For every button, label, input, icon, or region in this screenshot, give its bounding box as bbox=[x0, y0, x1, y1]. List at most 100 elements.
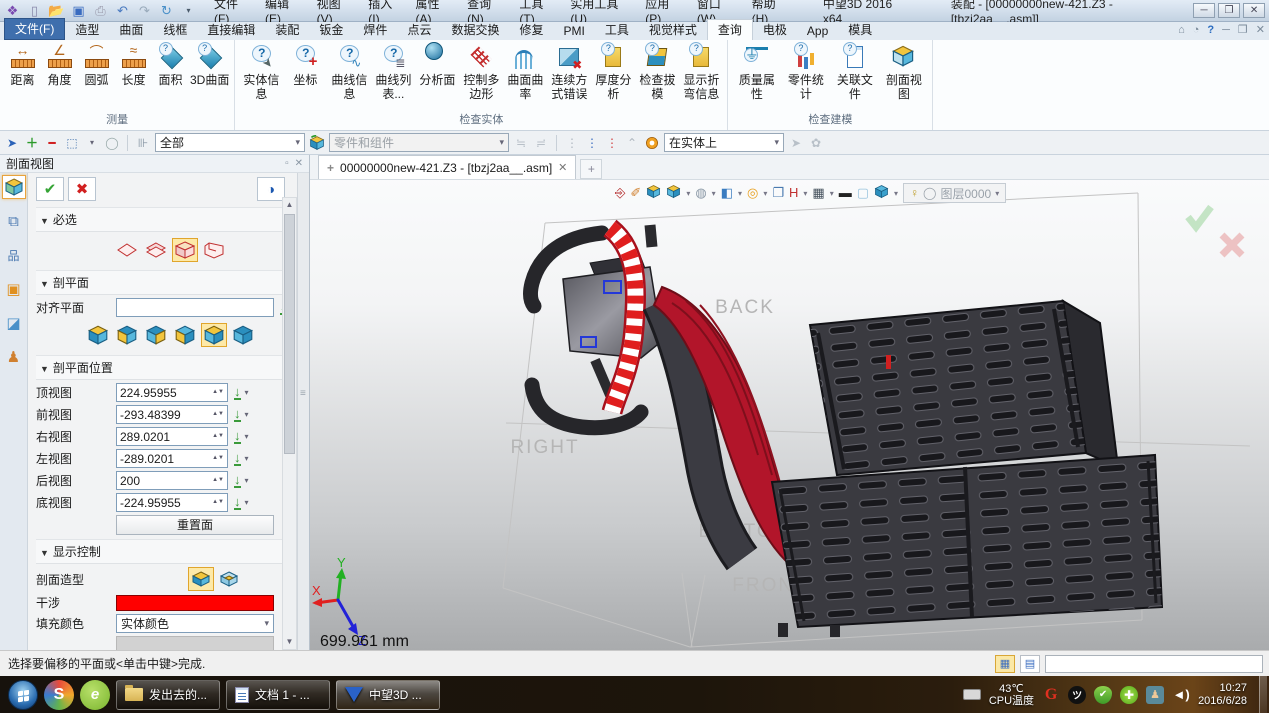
refresh-icon[interactable]: ↻ bbox=[158, 3, 175, 19]
redo-icon[interactable]: ↷ bbox=[136, 3, 153, 19]
tab-close-icon[interactable]: ✕ bbox=[558, 161, 567, 174]
tab-point-cloud[interactable]: 点云 bbox=[397, 20, 441, 40]
caret-icon[interactable]: ▾ bbox=[245, 410, 249, 419]
help-icon[interactable]: ? bbox=[1207, 24, 1214, 36]
caret-icon[interactable]: ▾ bbox=[738, 189, 742, 198]
close-button[interactable]: ✕ bbox=[1243, 3, 1265, 18]
dashboard-panel[interactable] bbox=[563, 255, 662, 358]
3d-scene[interactable]: BACK RIGHT LEFT BOTTOM FRONT bbox=[310, 155, 1269, 650]
minimize-button[interactable]: ─ bbox=[1193, 3, 1215, 18]
tab-heal[interactable]: 修复 bbox=[509, 20, 553, 40]
required-section-header[interactable]: ▼必选 bbox=[36, 207, 305, 232]
section-view-button[interactable]: 剖面视图 bbox=[879, 42, 928, 103]
background-icon[interactable]: ▬ bbox=[839, 185, 852, 201]
entity-info-button[interactable]: 实体信息 bbox=[239, 42, 283, 103]
tab-app[interactable]: App bbox=[797, 23, 838, 40]
browser-360-icon[interactable]: e bbox=[80, 680, 110, 710]
part-statistics-button[interactable]: 零件统计 bbox=[781, 42, 830, 103]
top-view-input[interactable]: 224.95955▲▼ bbox=[116, 383, 228, 402]
restore-button[interactable]: ❐ bbox=[1218, 3, 1240, 18]
lower-basket[interactable] bbox=[772, 455, 1162, 637]
scroll-up-icon[interactable]: ▲ bbox=[283, 198, 296, 212]
bottom-view-input[interactable]: -224.95955▲▼ bbox=[116, 493, 228, 512]
plane-cube-front-icon[interactable] bbox=[114, 323, 140, 347]
word-taskbar-button[interactable]: 文档 1 - ... bbox=[226, 680, 330, 710]
info-toggle-button[interactable]: ◑ bbox=[257, 177, 285, 201]
tab-shape[interactable]: 造型 bbox=[65, 20, 109, 40]
plane-cube-top-icon[interactable] bbox=[85, 323, 111, 347]
spinner-icon[interactable]: ▲▼ bbox=[212, 434, 224, 439]
curve-list-button[interactable]: 曲线列表... bbox=[371, 42, 415, 103]
render-mode-icon[interactable]: ▦ bbox=[812, 185, 824, 201]
user-tab-icon[interactable]: ♟ bbox=[2, 345, 26, 369]
zw3d-taskbar-button[interactable]: 中望3D ... bbox=[336, 680, 440, 710]
pick-icon[interactable]: ↓ bbox=[234, 496, 241, 510]
caret-icon[interactable]: ▾ bbox=[245, 498, 249, 507]
analyze-face-button[interactable]: 分析面 bbox=[415, 42, 459, 89]
upper-basket[interactable] bbox=[810, 301, 1118, 475]
interference-color-swatch[interactable] bbox=[116, 595, 274, 611]
viewport-cancel-x-icon[interactable] bbox=[1222, 235, 1242, 255]
pick-target-icon[interactable] bbox=[644, 135, 660, 151]
view-plane-icon[interactable]: ◧ bbox=[721, 185, 733, 201]
display-control-header[interactable]: ▼显示控制 bbox=[36, 539, 305, 564]
caret-icon[interactable]: ▾ bbox=[763, 189, 767, 198]
sort-b-icon[interactable]: ⋮ bbox=[584, 136, 600, 150]
volume-icon[interactable]: ◄) bbox=[1172, 686, 1190, 704]
scope-icon[interactable] bbox=[309, 135, 325, 151]
tab-wireframe[interactable]: 线框 bbox=[153, 20, 197, 40]
right-view-input[interactable]: 289.0201▲▼ bbox=[116, 427, 228, 446]
new-file-icon[interactable]: ▯ bbox=[26, 3, 43, 19]
confirm-button[interactable]: ✔ bbox=[36, 177, 64, 201]
remove-selection-icon[interactable]: ━ bbox=[44, 136, 60, 150]
area-button[interactable]: 面积 bbox=[152, 42, 189, 89]
bend-info-button[interactable]: 显示折弯信息 bbox=[679, 42, 723, 103]
plane-cube-bottom-icon[interactable] bbox=[230, 323, 256, 347]
angle-button[interactable]: 角度 bbox=[41, 42, 78, 89]
tray-shield-icon[interactable]: ✔ bbox=[1094, 686, 1112, 704]
scroll-down-icon[interactable]: ▼ bbox=[283, 635, 296, 649]
add-selection-icon[interactable]: ＋ bbox=[24, 134, 40, 151]
tab-assembly[interactable]: 装配 bbox=[265, 20, 309, 40]
plane-cube-left-icon[interactable] bbox=[172, 323, 198, 347]
left-view-input[interactable]: -289.0201▲▼ bbox=[116, 449, 228, 468]
folder-taskbar-button[interactable]: 发出去的... bbox=[116, 680, 220, 710]
plane-cube-right-icon[interactable] bbox=[143, 323, 169, 347]
coordinate-button[interactable]: 坐标 bbox=[283, 42, 327, 89]
tab-electrode[interactable]: 电极 bbox=[753, 20, 797, 40]
start-button[interactable] bbox=[8, 680, 38, 710]
solid-cube-icon[interactable] bbox=[874, 184, 889, 203]
tab-direct-edit[interactable]: 直接编辑 bbox=[197, 20, 265, 40]
distance-button[interactable]: 距离 bbox=[4, 42, 41, 89]
exit-session-icon[interactable]: ⎆ bbox=[615, 185, 625, 201]
reset-plane-button[interactable]: 重置面 bbox=[116, 515, 274, 535]
spinner-icon[interactable]: ▲▼ bbox=[212, 390, 224, 395]
document-tab[interactable]: + 00000000new-421.Z3 - [tbzj2aa__.asm] ✕ bbox=[318, 155, 576, 179]
spinner-icon[interactable]: ▲▼ bbox=[212, 412, 224, 417]
pick-icon[interactable]: ↓ bbox=[234, 408, 241, 422]
tab-mold[interactable]: 模具 bbox=[838, 20, 882, 40]
command-input[interactable] bbox=[1045, 655, 1263, 673]
tray-person-icon[interactable]: ♟ bbox=[1146, 686, 1164, 704]
zoom-window-icon[interactable]: ❐ bbox=[772, 185, 784, 201]
caret-icon[interactable]: ▾ bbox=[245, 432, 249, 441]
qat-dropdown-icon[interactable]: ▾ bbox=[180, 3, 197, 19]
home-icon[interactable]: ⌂ bbox=[1178, 24, 1185, 36]
wireframe-ball-icon[interactable]: ◍ bbox=[695, 185, 706, 201]
section-type-box-icon[interactable] bbox=[172, 238, 198, 262]
caret-icon[interactable]: ▾ bbox=[245, 454, 249, 463]
pick-cursor-icon[interactable]: ➤ bbox=[4, 136, 20, 150]
tab-visualize[interactable]: 视觉样式 bbox=[639, 20, 707, 40]
plane-position-header[interactable]: ▼剖平面位置 bbox=[36, 355, 305, 380]
caret-icon[interactable]: ▾ bbox=[894, 189, 898, 198]
settings-icon[interactable]: ◔ bbox=[1193, 24, 1200, 36]
show-desktop-button[interactable] bbox=[1259, 676, 1267, 713]
assembly-tree-tab-icon[interactable]: ⧉ bbox=[2, 209, 26, 233]
panel-pin-icon[interactable]: ▫ bbox=[285, 158, 289, 169]
arc-button[interactable]: 圆弧 bbox=[78, 42, 115, 89]
plane-display-icon[interactable]: ▢ bbox=[857, 185, 869, 201]
panel-scrollbar[interactable]: ▲ ▼ bbox=[282, 197, 297, 650]
erase-icon[interactable]: ✐ bbox=[630, 185, 641, 201]
tray-plus-icon[interactable]: ✚ bbox=[1120, 686, 1138, 704]
tab-sheet-metal[interactable]: 钣金 bbox=[309, 20, 353, 40]
